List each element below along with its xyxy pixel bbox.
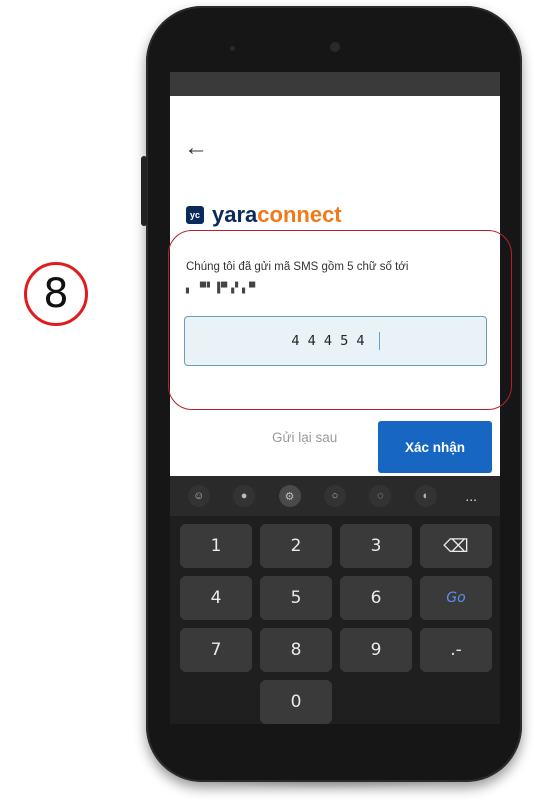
key-8[interactable]: 8 xyxy=(260,628,332,672)
key-empty xyxy=(420,680,492,724)
settings-icon[interactable]: ⚙ xyxy=(278,485,301,507)
keypad: 1 2 3 ⌫ 4 5 6 Go 7 8 9 .- 0 xyxy=(180,524,492,724)
key-5[interactable]: 5 xyxy=(260,576,332,620)
phone-side-button xyxy=(141,156,147,226)
key-0[interactable]: 0 xyxy=(260,680,332,724)
key-6[interactable]: 6 xyxy=(340,576,412,620)
yaraconnect-logo: yc yara connect xyxy=(186,202,342,228)
key-9[interactable]: 9 xyxy=(340,628,412,672)
code-entry-highlight xyxy=(168,230,512,410)
key-4[interactable]: 4 xyxy=(180,576,252,620)
confirm-button[interactable]: Xác nhận xyxy=(378,421,492,473)
numeric-keyboard: ☺ ● ⚙ ○ ◌ ◐ ... 1 2 3 ⌫ 4 5 6 Go 7 8 9 .… xyxy=(170,476,500,724)
key-1[interactable]: 1 xyxy=(180,524,252,568)
emoji-icon[interactable]: ☺ xyxy=(187,485,210,507)
more-options-icon[interactable]: ... xyxy=(460,488,482,504)
mic-icon[interactable]: ● xyxy=(233,485,256,507)
logo-text-yara: yara xyxy=(212,202,258,227)
key-7[interactable]: 7 xyxy=(180,628,252,672)
resend-later-button[interactable]: Gửi lại sau xyxy=(272,430,337,445)
key-2[interactable]: 2 xyxy=(260,524,332,568)
key-go[interactable]: Go xyxy=(420,576,492,620)
key-row: 0 xyxy=(180,680,492,724)
keyboard-toolbar: ☺ ● ⚙ ○ ◌ ◐ ... xyxy=(170,476,500,516)
key-row: 7 8 9 .- xyxy=(180,628,492,672)
translate-icon[interactable]: ◌ xyxy=(369,485,392,507)
back-arrow-icon[interactable]: ← xyxy=(184,136,208,160)
phone-camera xyxy=(330,42,340,52)
key-symbols[interactable]: .- xyxy=(420,628,492,672)
key-3[interactable]: 3 xyxy=(340,524,412,568)
search-icon[interactable]: ○ xyxy=(323,485,346,507)
key-row: 4 5 6 Go xyxy=(180,576,492,620)
key-empty xyxy=(180,680,252,724)
theme-icon[interactable]: ◐ xyxy=(414,485,437,507)
status-bar xyxy=(170,72,500,96)
logo-text-connect: connect xyxy=(257,202,342,227)
step-number-badge: 8 xyxy=(24,262,88,326)
backspace-icon[interactable]: ⌫ xyxy=(420,524,492,568)
key-empty xyxy=(340,680,412,724)
logo-badge: yc xyxy=(186,206,204,224)
phone-sensor xyxy=(230,46,235,51)
key-row: 1 2 3 ⌫ xyxy=(180,524,492,568)
